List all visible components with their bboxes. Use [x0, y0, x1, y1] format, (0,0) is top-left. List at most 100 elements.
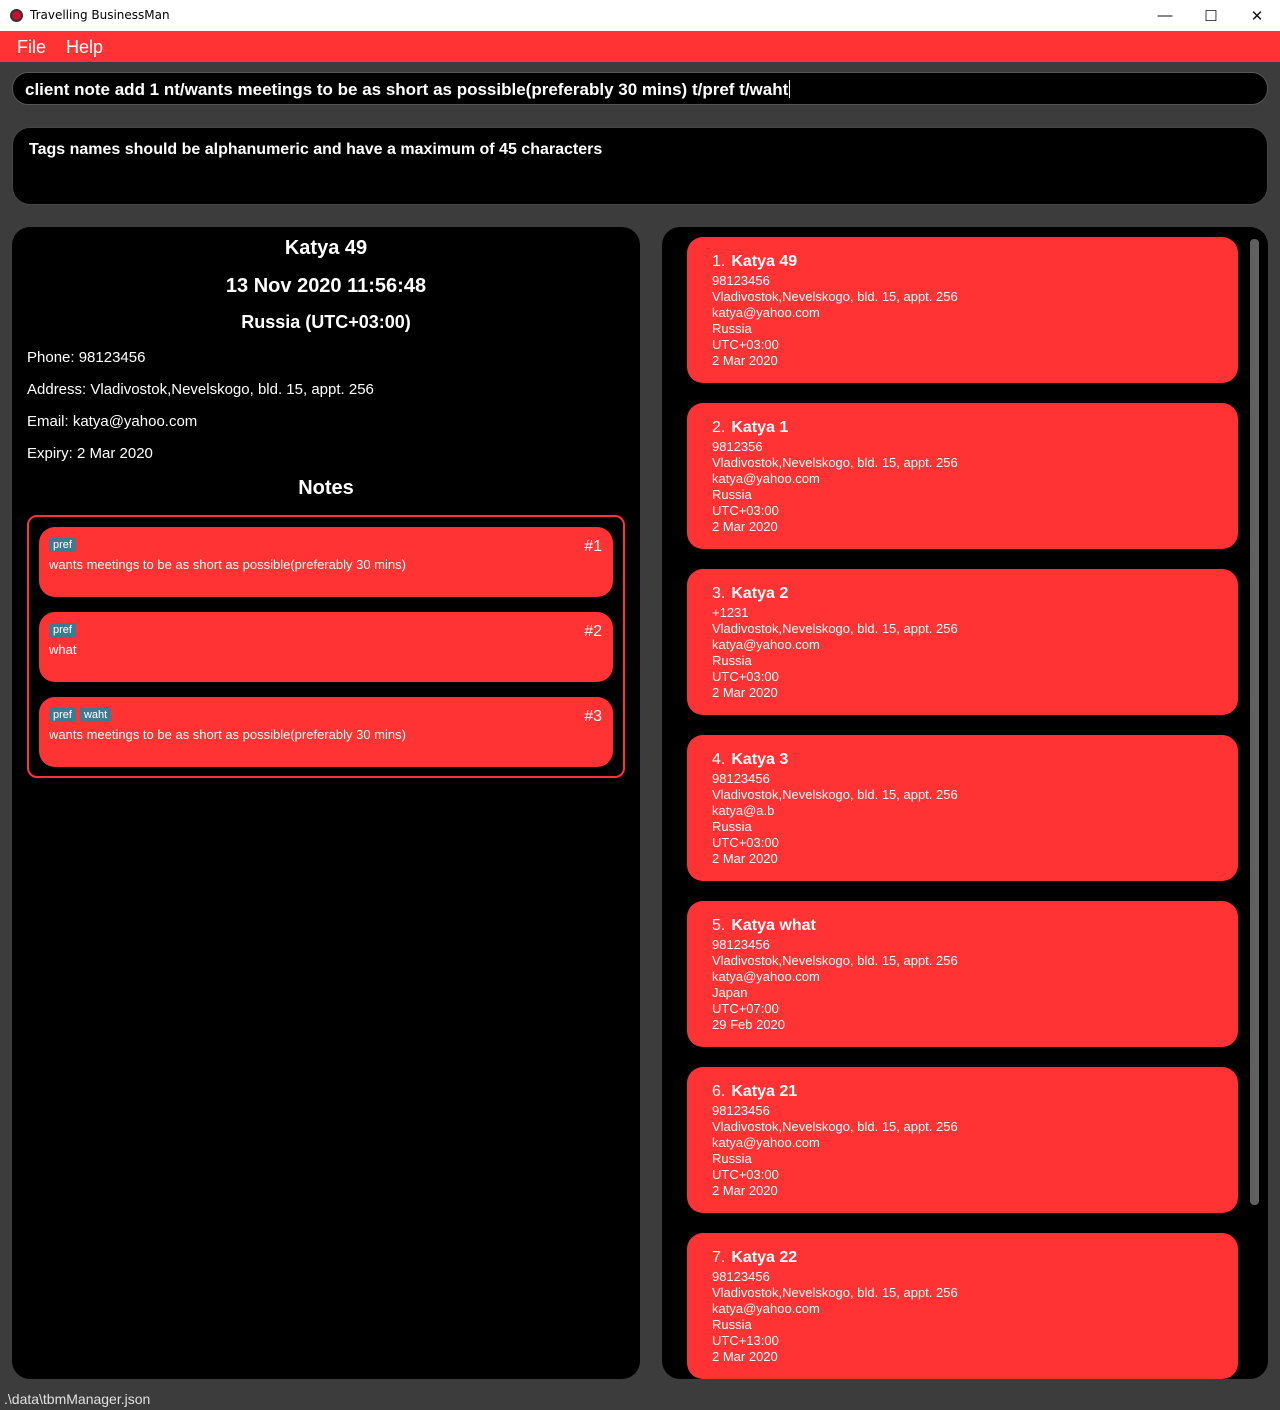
menu-help[interactable]: Help: [66, 37, 103, 58]
client-card[interactable]: 5. Katya what 98123456 Vladivostok,Nevels…: [687, 901, 1238, 1047]
client-list-scrollbar[interactable]: [1250, 239, 1259, 1205]
menu-file[interactable]: File: [17, 37, 46, 58]
detail-client-name: Katya 49: [284, 237, 368, 259]
client-index: 1.: [712, 253, 726, 270]
note-number: #2: [584, 623, 602, 640]
minimize-button[interactable]: —: [1142, 0, 1188, 31]
notes-heading: Notes: [298, 477, 354, 499]
client-country: Russia: [712, 1317, 752, 1332]
detail-email: Email: katya@yahoo.com: [27, 413, 198, 430]
client-index: 6.: [712, 1083, 726, 1100]
client-email: katya@yahoo.com: [712, 1135, 820, 1150]
client-email: katya@yahoo.com: [712, 305, 820, 320]
note-number: #3: [584, 708, 602, 725]
client-detail-panel: Katya 49 13 Nov 2020 11:56:48 Russia (UT…: [12, 227, 640, 1379]
detail-timezone: Russia (UTC+03:00): [241, 312, 411, 332]
client-expiry: 29 Feb 2020: [712, 1017, 786, 1032]
client-address: Vladivostok,Nevelskogo, bld. 15, appt. 2…: [712, 455, 958, 470]
client-expiry: 2 Mar 2020: [712, 685, 778, 700]
note-text: wants meetings to be as short as possibl…: [49, 727, 406, 742]
client-name: Katya what: [731, 917, 816, 934]
client-address: Vladivostok,Nevelskogo, bld. 15, appt. 2…: [712, 289, 958, 304]
client-timezone: UTC+03:00: [712, 669, 779, 684]
detail-local-time: 13 Nov 2020 11:56:48: [225, 275, 427, 297]
note-tags: pref: [49, 623, 76, 637]
result-display: Tags names should be alphanumeric and ha…: [12, 127, 1268, 205]
client-country: Japan: [712, 985, 748, 1000]
client-email: katya@yahoo.com: [712, 969, 820, 984]
client-name: Katya 1: [731, 419, 789, 436]
client-address: Vladivostok,Nevelskogo, bld. 15, appt. 2…: [712, 1285, 958, 1300]
note-tag: pref: [49, 538, 76, 552]
client-timezone: UTC+03:00: [712, 503, 779, 518]
client-phone: 98123456: [712, 1269, 770, 1284]
client-phone: 98123456: [712, 1103, 770, 1118]
result-message: Tags names should be alphanumeric and ha…: [29, 141, 603, 158]
note-tags: pref waht: [49, 708, 112, 722]
client-country: Russia: [712, 487, 752, 502]
client-address: Vladivostok,Nevelskogo, bld. 15, appt. 2…: [712, 787, 958, 802]
note-number: #1: [584, 538, 602, 555]
client-expiry: 2 Mar 2020: [712, 519, 778, 534]
client-name: Katya 22: [731, 1249, 798, 1266]
client-timezone: UTC+03:00: [712, 337, 779, 352]
note-tag: pref: [49, 623, 76, 637]
client-card[interactable]: 2. Katya 1 9812356 Vladivostok,Nevelskogo…: [687, 403, 1238, 549]
client-name: Katya 2: [731, 585, 789, 602]
command-input[interactable]: client note add 1 nt/wants meetings to b…: [25, 80, 791, 100]
client-timezone: UTC+03:00: [712, 835, 779, 850]
client-phone: 98123456: [712, 771, 770, 786]
client-email: katya@yahoo.com: [712, 637, 820, 652]
status-bar: .\data\tbmManager.json: [0, 1388, 1280, 1410]
client-index: 4.: [712, 751, 726, 768]
app-logo-icon: [10, 9, 23, 22]
text-caret: [789, 80, 791, 98]
client-address: Vladivostok,Nevelskogo, bld. 15, appt. 2…: [712, 621, 958, 636]
note-card[interactable]: pref #2 what: [39, 612, 613, 682]
menu-bar: File Help: [0, 31, 1280, 62]
client-index: 3.: [712, 585, 726, 602]
note-card[interactable]: pref #1 wants meetings to be as short as…: [39, 527, 613, 597]
client-index: 2.: [712, 419, 726, 436]
client-card[interactable]: 3. Katya 2 +1231 Vladivostok,Nevelskogo, …: [687, 569, 1238, 715]
client-index: 5.: [712, 917, 726, 934]
title-bar: Travelling BusinessMan — ☐ ✕: [0, 0, 1280, 31]
client-index: 7.: [712, 1249, 726, 1266]
client-timezone: UTC+07:00: [712, 1001, 779, 1016]
client-email: katya@yahoo.com: [712, 471, 820, 486]
window-title: Travelling BusinessMan: [30, 8, 170, 22]
client-email: katya@a.b: [712, 803, 775, 818]
client-email: katya@yahoo.com: [712, 1301, 820, 1316]
detail-address: Address: Vladivostok,Nevelskogo, bld. 15…: [27, 381, 374, 398]
client-country: Russia: [712, 321, 752, 336]
note-card[interactable]: pref waht #3 wants meetings to be as sho…: [39, 697, 613, 767]
client-phone: +1231: [712, 605, 749, 620]
client-name: Katya 49: [731, 253, 798, 270]
note-text: what: [49, 642, 77, 657]
note-tag: waht: [79, 708, 112, 722]
note-tag: pref: [49, 708, 76, 722]
client-timezone: UTC+13:00: [712, 1333, 779, 1348]
client-country: Russia: [712, 819, 752, 834]
client-card[interactable]: 4. Katya 3 98123456 Vladivostok,Nevelskog…: [687, 735, 1238, 881]
status-file-path: .\data\tbmManager.json: [4, 1391, 151, 1407]
client-address: Vladivostok,Nevelskogo, bld. 15, appt. 2…: [712, 1119, 958, 1134]
close-button[interactable]: ✕: [1234, 0, 1280, 31]
note-text: wants meetings to be as short as possibl…: [49, 557, 406, 572]
client-card[interactable]: 7. Katya 22 98123456 Vladivostok,Nevelsko…: [687, 1233, 1238, 1379]
client-expiry: 2 Mar 2020: [712, 851, 778, 866]
detail-expiry: Expiry: 2 Mar 2020: [27, 445, 153, 462]
client-country: Russia: [712, 1151, 752, 1166]
client-list-panel[interactable]: 1. Katya 49 98123456 Vladivostok,Nevelsko…: [662, 227, 1268, 1379]
command-box[interactable]: client note add 1 nt/wants meetings to b…: [12, 72, 1268, 105]
client-country: Russia: [712, 653, 752, 668]
client-name: Katya 3: [731, 751, 789, 768]
note-tags: pref: [49, 538, 76, 552]
client-card[interactable]: 1. Katya 49 98123456 Vladivostok,Nevelsko…: [687, 237, 1238, 383]
command-text: client note add 1 nt/wants meetings to b…: [25, 80, 789, 99]
maximize-button[interactable]: ☐: [1188, 0, 1234, 31]
detail-phone: Phone: 98123456: [27, 349, 146, 366]
client-card[interactable]: 6. Katya 21 98123456 Vladivostok,Nevelsko…: [687, 1067, 1238, 1213]
notes-list[interactable]: pref #1 wants meetings to be as short as…: [27, 515, 625, 778]
client-phone: 98123456: [712, 937, 770, 952]
